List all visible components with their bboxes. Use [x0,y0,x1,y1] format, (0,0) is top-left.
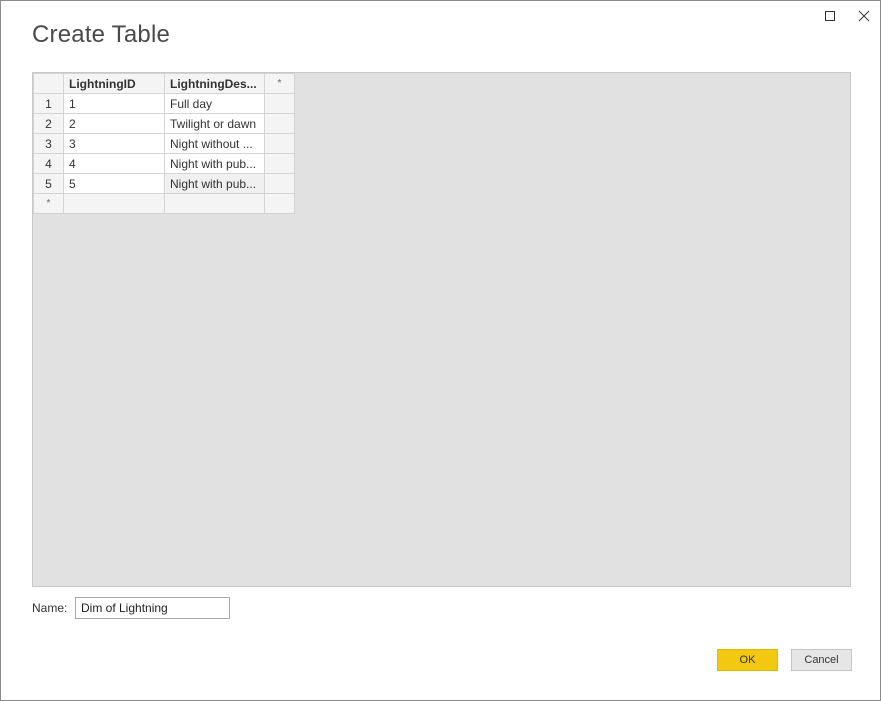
cell-lightningid[interactable]: 3 [63,133,165,154]
cell-lightningid[interactable]: 5 [63,173,165,194]
table-row: 4 4 Night with pub... [33,153,295,174]
corner-cell[interactable] [33,73,64,94]
table-name-input[interactable] [75,597,230,619]
row-number[interactable]: 1 [33,93,64,114]
ok-button[interactable]: OK [717,649,778,671]
table-row: 5 5 Night with pub... [33,173,295,194]
column-header-lightningdescription[interactable]: LightningDes... [164,73,265,94]
empty-cell [264,153,295,174]
table-row: 1 1 Full day [33,93,295,114]
maximize-icon [825,11,835,21]
cell-lightningdescription[interactable]: Night without ... [164,133,265,154]
new-row-cell [264,193,295,214]
table-grid-area: LightningID LightningDes... * 1 1 Full d… [32,72,851,587]
column-header-lightningid[interactable]: LightningID [63,73,165,94]
table-row: 2 2 Twilight or dawn [33,113,295,134]
cell-lightningdescription[interactable]: Night with pub... [164,173,265,194]
cell-lightningdescription[interactable]: Twilight or dawn [164,113,265,134]
dialog-title: Create Table [32,21,171,48]
empty-cell [264,133,295,154]
row-number[interactable]: 5 [33,173,64,194]
cell-lightningdescription[interactable]: Night with pub... [164,153,265,174]
data-grid: LightningID LightningDes... * 1 1 Full d… [33,73,295,214]
new-row-cell[interactable] [164,193,265,214]
row-number[interactable]: 4 [33,153,64,174]
table-row: 3 3 Night without ... [33,133,295,154]
new-row-cell[interactable] [63,193,165,214]
add-column-button[interactable]: * [264,73,295,94]
row-number[interactable]: 3 [33,133,64,154]
row-number[interactable]: 2 [33,113,64,134]
new-row: * [33,193,295,214]
empty-cell [264,93,295,114]
header-row: LightningID LightningDes... * [33,73,295,94]
name-label: Name: [32,601,68,615]
empty-cell [264,113,295,134]
close-icon [858,10,870,22]
empty-cell [264,173,295,194]
cell-lightningid[interactable]: 1 [63,93,165,114]
cancel-button[interactable]: Cancel [791,649,852,671]
create-table-dialog: Create Table LightningID LightningDes...… [0,0,881,701]
cell-lightningid[interactable]: 4 [63,153,165,174]
cell-lightningid[interactable]: 2 [63,113,165,134]
new-row-marker[interactable]: * [33,193,64,214]
close-button[interactable] [853,7,875,25]
cell-lightningdescription[interactable]: Full day [164,93,265,114]
maximize-button[interactable] [819,7,841,25]
